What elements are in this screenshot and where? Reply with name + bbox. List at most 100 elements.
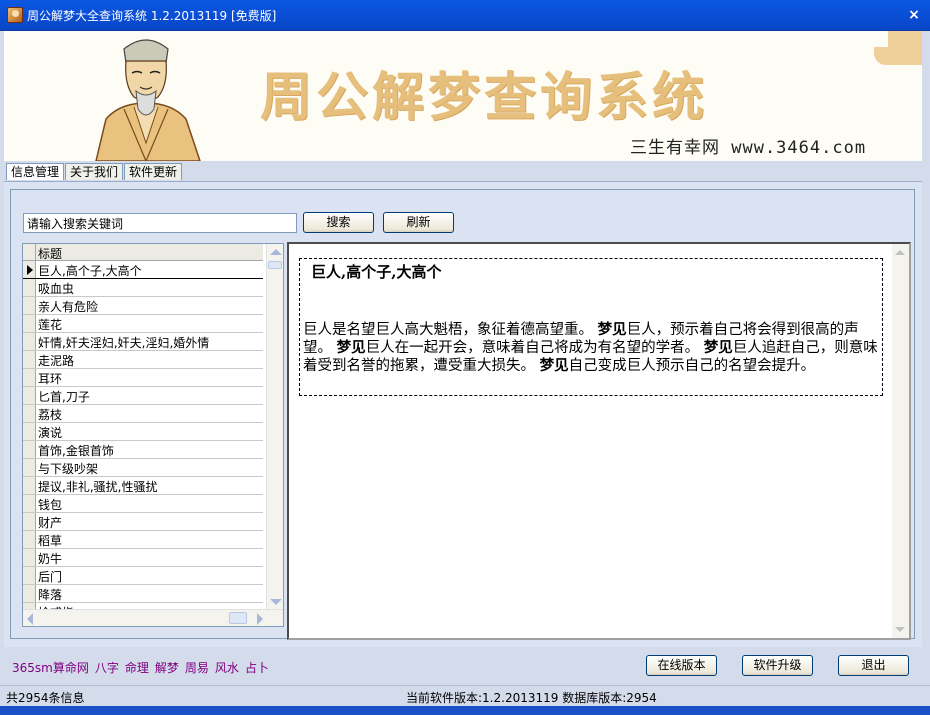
scroll-down-icon[interactable] (270, 599, 282, 605)
row-indicator (23, 477, 36, 494)
list-item-title: 走泥路 (38, 354, 75, 368)
row-indicator (23, 495, 36, 512)
taskbar-strip (0, 706, 930, 715)
list-item[interactable]: 走泥路 (23, 351, 263, 369)
external-link[interactable]: 365sm算命网 (12, 661, 89, 675)
banner-site: 三生有幸网 www.3464.com (630, 138, 867, 158)
list-item-title: 莲花 (38, 318, 63, 332)
tab-bar: 信息管理 关于我们 软件更新 (6, 163, 183, 181)
banner: 周公解梦查询系统 三生有幸网 www.3464.com (4, 31, 922, 161)
tab-about-us[interactable]: 关于我们 (65, 163, 124, 180)
list-item-title: 与下级吵架 (38, 462, 99, 476)
scroll-up-icon[interactable] (270, 249, 282, 255)
refresh-button[interactable]: 刷新 (383, 212, 454, 233)
list-item[interactable]: 后门 (23, 567, 263, 585)
list-item[interactable]: 首饰,金银首饰 (23, 441, 263, 459)
external-link[interactable]: 风水 (215, 661, 239, 675)
list-item-title: 荔枝 (38, 408, 63, 422)
scroll-left-icon[interactable] (27, 613, 33, 625)
dream-keyword: 梦见 (597, 321, 627, 338)
external-link[interactable]: 占卜 (245, 661, 269, 675)
list-item[interactable]: 匕首,刀子 (23, 387, 263, 405)
list-item[interactable]: 降落 (23, 585, 263, 603)
search-input[interactable] (23, 213, 297, 233)
dream-keyword: 梦见 (703, 339, 733, 356)
list-item[interactable]: 莲花 (23, 315, 263, 333)
title-bar: 周公解梦大全查询系统 1.2.2013119 [免费版] × (0, 0, 930, 31)
list-item-title: 亲人有危险 (38, 300, 99, 314)
row-indicator (23, 387, 36, 404)
row-indicator (23, 441, 36, 458)
row-indicator (23, 459, 36, 476)
list-item[interactable]: 奶牛 (23, 549, 263, 567)
list-item[interactable]: 稻草 (23, 531, 263, 549)
list-item[interactable]: 与下级吵架 (23, 459, 263, 477)
dream-detail-viewer[interactable]: 巨人,高个子,大高个 巨人是名望巨人高大魁梧，象征着德高望重。 梦见巨人，预示着… (287, 242, 911, 640)
list-item[interactable]: 演说 (23, 423, 263, 441)
list-item[interactable]: 巨人,高个子,大高个 (23, 261, 263, 279)
list-item-title: 匕首,刀子 (38, 390, 90, 404)
list-header-title: 标题 (38, 247, 63, 261)
list-item-title: 吸血虫 (38, 282, 75, 296)
list-item-title: 首饰,金银首饰 (38, 444, 114, 458)
dream-text: 自己变成巨人预示自己的名望会提升。 (568, 358, 816, 374)
banner-title: 周公解梦查询系统 (260, 67, 709, 128)
sage-portrait-image (95, 39, 201, 161)
exit-button[interactable]: 退出 (838, 655, 909, 676)
dream-detail-body: 巨人是名望巨人高大魁梧，象征着德高望重。 梦见巨人，预示着自己将会得到很高的声望… (303, 321, 879, 375)
dream-title-list[interactable]: 标题 巨人,高个子,大高个吸血虫亲人有危险莲花 奸情,奸夫淫妇,奸夫,淫妇,婚外情… (22, 243, 284, 627)
list-item-title: 奶牛 (38, 552, 63, 566)
row-indicator (23, 513, 36, 530)
row-indicator (23, 585, 36, 602)
detail-scroll-down-icon[interactable] (895, 627, 905, 632)
detail-scroll-up-icon[interactable] (895, 250, 905, 255)
list-header: 标题 (23, 244, 263, 261)
hscroll-thumb[interactable] (229, 612, 247, 624)
external-link[interactable]: 周易 (185, 661, 209, 675)
dream-text: 巨人是名望巨人高大魁梧，象征着德高望重。 (303, 322, 598, 338)
scroll-thumb[interactable] (268, 261, 282, 269)
tab-software-update[interactable]: 软件更新 (124, 163, 183, 180)
list-item-title: 钱包 (38, 498, 63, 512)
list-vertical-scrollbar[interactable] (266, 244, 283, 610)
list-item[interactable]: 亲人有危险 (23, 297, 263, 315)
row-indicator (23, 315, 36, 332)
scroll-right-icon[interactable] (257, 613, 263, 625)
external-link[interactable]: 解梦 (155, 661, 179, 675)
search-button[interactable]: 搜索 (303, 212, 374, 233)
list-horizontal-scrollbar[interactable] (23, 609, 283, 626)
window-title: 周公解梦大全查询系统 1.2.2013119 [免费版] (27, 9, 277, 23)
status-bar: 共2954条信息 当前软件版本:1.2.2013119 数据库版本:2954 (0, 685, 930, 706)
row-indicator (23, 423, 36, 440)
list-item-title: 耳环 (38, 372, 63, 386)
banner-corner-decoration (874, 31, 922, 65)
list-item[interactable]: 钱包 (23, 495, 263, 513)
row-indicator (23, 369, 36, 386)
external-link[interactable]: 八字 (95, 661, 119, 675)
list-item[interactable]: 吸血虫 (23, 279, 263, 297)
dream-detail-title: 巨人,高个子,大高个 (311, 263, 442, 281)
row-indicator (23, 549, 36, 566)
list-item[interactable]: 财产 (23, 513, 263, 531)
dream-keyword: 梦见 (539, 357, 569, 374)
status-record-count: 共2954条信息 (6, 691, 85, 705)
tab-info-management[interactable]: 信息管理 (6, 163, 65, 180)
software-upgrade-button[interactable]: 软件升级 (742, 655, 813, 676)
dream-text: 巨人在一起开会，意味着自己将成为有名望的学者。 (365, 340, 704, 356)
list-item[interactable]: 荔枝 (23, 405, 263, 423)
main-panel: 搜索 刷新 标题 巨人,高个子,大高个吸血虫亲人有危险莲花奸情,奸夫淫妇,奸夫,… (4, 181, 922, 647)
list-item-title: 降落 (38, 588, 63, 602)
external-link[interactable]: 命理 (125, 661, 149, 675)
row-indicator (23, 567, 36, 584)
list-item-title: 稻草 (38, 534, 63, 548)
list-rows: 巨人,高个子,大高个吸血虫亲人有危险莲花 奸情,奸夫淫妇,奸夫,淫妇,婚外情走泥路… (23, 261, 263, 621)
list-item[interactable]: 奸情,奸夫淫妇,奸夫,淫妇,婚外情 (23, 333, 263, 351)
app-icon (7, 7, 23, 23)
close-button[interactable]: × (906, 7, 922, 23)
list-item[interactable]: 提议,非礼,骚扰,性骚扰 (23, 477, 263, 495)
list-item-title: 财产 (38, 516, 63, 530)
list-item-title: 后门 (38, 570, 63, 584)
online-version-button[interactable]: 在线版本 (646, 655, 717, 676)
list-item[interactable]: 耳环 (23, 369, 263, 387)
detail-vertical-scrollbar[interactable] (892, 244, 909, 638)
